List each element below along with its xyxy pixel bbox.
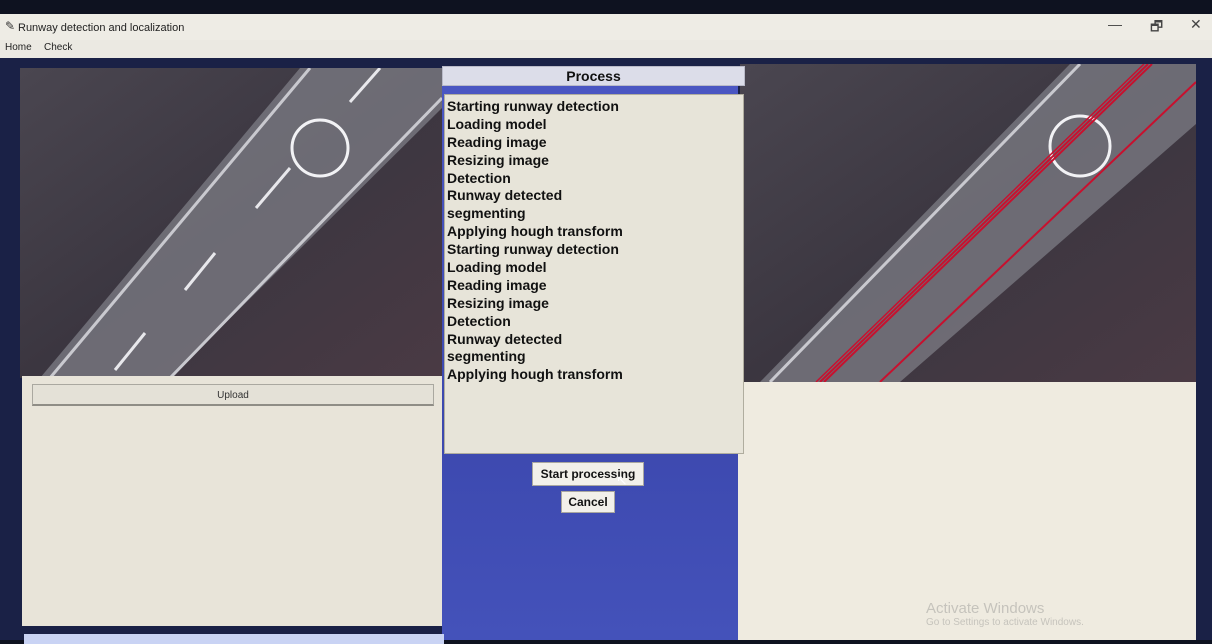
watermark-title: Activate Windows [926, 600, 1045, 617]
feather-icon: ✎ [5, 19, 16, 33]
upload-button[interactable]: Upload [32, 384, 434, 406]
bottom-strip [24, 634, 444, 644]
menu-home[interactable]: Home [5, 42, 32, 53]
activation-watermark: Activate Windows Go to Settings to activ… [926, 600, 1084, 628]
log-line: Starting runway detection [447, 98, 619, 114]
log-line: Reading image [447, 276, 547, 293]
log-line: Starting runway detection [447, 241, 619, 258]
cancel-button[interactable]: Cancel [561, 491, 615, 513]
log-line: Applying hough transform [447, 366, 623, 383]
left-panel: Upload [22, 376, 442, 626]
app-window: ✎ Runway detection and localization — 🗗 … [0, 14, 1212, 644]
output-runway-image [740, 64, 1196, 382]
title-bar: ✎ Runway detection and localization — 🗗 … [0, 14, 1212, 40]
log-line: Runway detected [447, 330, 563, 347]
maximize-button[interactable]: 🗗 [1150, 16, 1163, 40]
process-header: Process [442, 66, 745, 86]
close-button[interactable]: ✕ [1190, 16, 1202, 33]
log-line: Resizing image [447, 294, 549, 311]
log-line: segmenting [447, 205, 526, 222]
log-line: Detection [447, 169, 511, 186]
window-title: Runway detection and localization [18, 22, 185, 34]
mouse-cursor-icon: ↖ [616, 472, 628, 488]
watermark-subtitle: Go to Settings to activate Windows. [926, 617, 1084, 628]
log-line: Resizing image [447, 151, 549, 168]
process-log[interactable]: Starting runway detection Loading model … [444, 94, 744, 454]
log-line: Detection [447, 312, 511, 329]
menu-bar: Home Check [0, 40, 1212, 58]
log-line: Loading model [447, 259, 547, 276]
minimize-button[interactable]: — [1108, 16, 1122, 32]
menu-check[interactable]: Check [44, 42, 72, 53]
log-line: Runway detected [447, 187, 563, 204]
log-line: segmenting [447, 348, 526, 365]
log-line: Reading image [447, 133, 547, 150]
log-line: Loading model [447, 115, 547, 132]
input-runway-image [20, 68, 442, 378]
log-line: Applying hough transform [447, 223, 623, 240]
